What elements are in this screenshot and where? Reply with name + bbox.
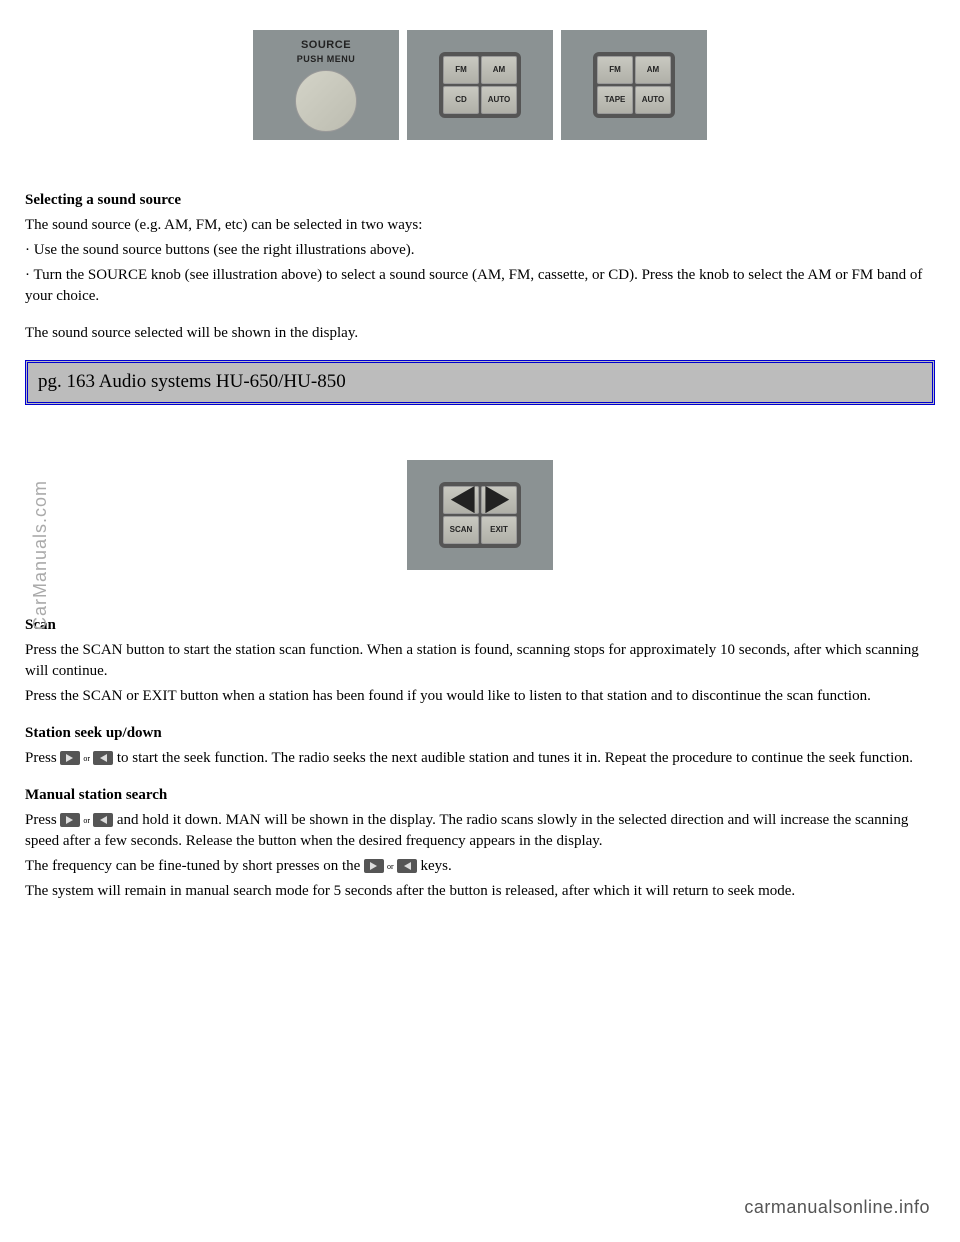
prev-track-button [443,486,479,514]
bullet-text: · Use the sound source buttons (see the … [25,240,935,261]
paragraph-text: Press or to start the seek function. The… [25,748,935,769]
illustration-row-top: SOURCE PUSH MENU FM AM CD AUTO FM AM TAP… [25,30,935,140]
watermark-text: CarManuals.com [28,480,53,630]
exit-button: EXIT [481,516,517,544]
text-span: and hold it down. MAN will be shown in t… [25,812,908,849]
footer-url: carmanualsonline.info [744,1195,930,1220]
am-button: AM [481,56,517,84]
button-panel-tape: FM AM TAPE AUTO [561,30,707,140]
next-icon [60,751,80,765]
scan-button: SCAN [443,516,479,544]
paragraph-text: The frequency can be fine-tuned by short… [25,856,935,877]
heading-selecting-sound-source: Selecting a sound source [25,190,935,211]
text-span: The frequency can be fine-tuned by short… [25,858,364,874]
bullet-text: · Turn the SOURCE knob (see illustration… [25,265,935,307]
text-span: Press [25,812,60,828]
illustration-scan-buttons: SCAN EXIT [25,460,935,570]
or-text: or [82,815,91,826]
button-grid: FM AM CD AUTO [439,52,521,118]
button-panel-cd: FM AM CD AUTO [407,30,553,140]
button-grid: FM AM TAPE AUTO [593,52,675,118]
next-icon [364,859,384,873]
page-header-banner: pg. 163 Audio systems HU-650/HU-850 [25,360,935,405]
seek-buttons-inline-icon: or [364,859,417,873]
source-label-2: PUSH MENU [297,53,356,66]
heading-scan: Scan [25,615,935,636]
prev-icon [93,813,113,827]
text-line: The sound source (e.g. AM, FM, etc) can … [25,215,935,236]
knob-icon [295,70,357,132]
text-span: Press [25,750,60,766]
next-track-button [481,486,517,514]
prev-track-icon [444,486,478,513]
paragraph-text: The system will remain in manual search … [25,881,935,902]
fm-button: FM [597,56,633,84]
auto-button: AUTO [481,86,517,114]
text-span: keys. [420,858,451,874]
fm-button: FM [443,56,479,84]
cd-button: CD [443,86,479,114]
paragraph-text: Press the SCAN button to start the stati… [25,640,935,682]
am-button: AM [635,56,671,84]
source-label-1: SOURCE [301,38,351,53]
or-text: or [386,861,395,872]
seek-buttons-inline-icon: or [60,813,113,827]
document-page: CarManuals.com SOURCE PUSH MENU FM AM CD… [0,0,960,1242]
button-grid: SCAN EXIT [439,482,521,548]
text-span: to start the seek function. The radio se… [117,750,913,766]
auto-button: AUTO [635,86,671,114]
paragraph-text: Press or and hold it down. MAN will be s… [25,810,935,852]
next-track-icon [482,486,516,513]
heading-manual-search: Manual station search [25,785,935,806]
paragraph-text: Press the SCAN or EXIT button when a sta… [25,686,935,707]
prev-icon [397,859,417,873]
next-icon [60,813,80,827]
prev-icon [93,751,113,765]
seek-buttons-inline-icon: or [60,751,113,765]
or-text: or [82,753,91,764]
scan-panel: SCAN EXIT [407,460,553,570]
text-line: The sound source selected will be shown … [25,323,935,344]
source-knob-panel: SOURCE PUSH MENU [253,30,399,140]
heading-station-seek: Station seek up/down [25,723,935,744]
tape-button: TAPE [597,86,633,114]
